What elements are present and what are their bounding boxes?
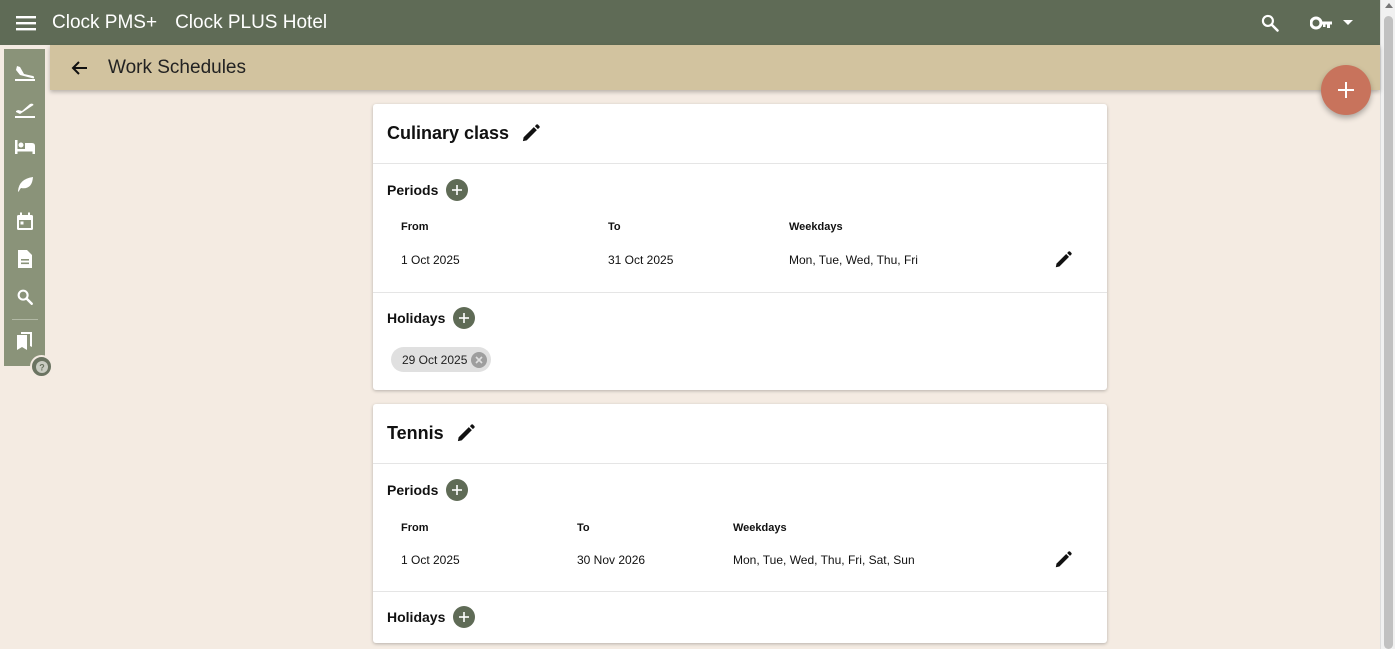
sidebar-item-search[interactable] xyxy=(4,278,45,316)
plus-icon xyxy=(459,612,470,622)
arrival-icon xyxy=(14,65,35,81)
add-holiday-button[interactable] xyxy=(453,606,476,628)
caret-down-icon xyxy=(1343,19,1353,25)
leaf-icon xyxy=(17,177,33,193)
page-scrollbar[interactable] xyxy=(1380,0,1395,649)
help-icon: ? xyxy=(35,360,48,373)
holiday-chip[interactable]: 29 Oct 2025 xyxy=(391,347,492,372)
sidebar-item-arrivals[interactable] xyxy=(4,53,45,91)
holidays-label: Holidays xyxy=(387,609,446,625)
top-app-bar: Clock PMS+ Clock PLUS Hotel xyxy=(0,0,1380,45)
calendar-icon xyxy=(16,212,33,231)
plus-icon xyxy=(452,185,463,195)
schedule-name: Tennis xyxy=(387,423,444,443)
scrollbar-thumb[interactable] xyxy=(1384,16,1393,649)
pencil-icon xyxy=(1055,251,1072,268)
sidebar-item-rooms[interactable] xyxy=(4,128,45,166)
period-to: 30 Nov 2026 xyxy=(577,553,646,567)
schedule-card-tennis: Tennis Periods From To Weekdays 1 Oct 20… xyxy=(373,404,1107,643)
table-row: 1 Oct 2025 31 Oct 2025 Mon, Tue, Wed, Th… xyxy=(387,246,1107,276)
search-button[interactable] xyxy=(1250,0,1290,45)
pencil-icon xyxy=(522,124,540,142)
hotel-name[interactable]: Clock PLUS Hotel xyxy=(175,12,327,34)
schedule-card-culinary-class: Culinary class Periods From To Weekdays … xyxy=(373,104,1107,390)
pencil-icon xyxy=(457,424,475,442)
sidebar-item-eco[interactable] xyxy=(4,166,45,204)
holidays-section: Holidays 29 Oct 2025 xyxy=(373,293,1107,389)
add-period-button[interactable] xyxy=(446,179,469,201)
menu-icon xyxy=(16,15,36,30)
document-icon xyxy=(17,250,32,269)
page-title: Work Schedules xyxy=(108,56,246,78)
period-from: 1 Oct 2025 xyxy=(401,253,460,267)
edit-period-button[interactable] xyxy=(1051,548,1075,572)
close-icon xyxy=(475,355,483,364)
sidebar-divider xyxy=(11,318,38,320)
edit-period-button[interactable] xyxy=(1051,248,1075,272)
plus-icon xyxy=(452,485,463,495)
arrow-back-icon xyxy=(71,60,87,75)
sidebar-item-calendar[interactable] xyxy=(4,203,45,241)
page-header: Work Schedules xyxy=(50,45,1380,90)
period-weekdays: Mon, Tue, Wed, Thu, Fri xyxy=(789,253,918,267)
add-schedule-fab[interactable] xyxy=(1321,65,1371,115)
bed-icon xyxy=(14,139,35,154)
bookmarks-icon xyxy=(16,332,32,351)
schedule-name: Culinary class xyxy=(387,123,510,143)
column-from: From xyxy=(401,522,429,534)
periods-label: Periods xyxy=(387,482,439,498)
period-weekdays: Mon, Tue, Wed, Thu, Fri, Sat, Sun xyxy=(733,553,915,567)
pencil-icon xyxy=(1055,551,1072,568)
plus-icon xyxy=(1338,82,1354,98)
add-holiday-button[interactable] xyxy=(453,307,476,329)
column-weekdays: Weekdays xyxy=(789,221,843,233)
edit-schedule-button[interactable] xyxy=(521,124,540,143)
sidebar xyxy=(4,49,45,366)
schedule-header: Culinary class xyxy=(373,104,1107,164)
search-icon xyxy=(1261,14,1279,32)
menu-button[interactable] xyxy=(0,0,52,45)
column-to: To xyxy=(608,221,621,233)
sidebar-item-departures[interactable] xyxy=(4,91,45,129)
periods-table-header: From To Weekdays xyxy=(387,221,1107,241)
schedule-header: Tennis xyxy=(373,404,1107,464)
table-row: 1 Oct 2025 30 Nov 2026 Mon, Tue, Wed, Th… xyxy=(387,547,1107,577)
period-to: 31 Oct 2025 xyxy=(608,253,674,267)
holidays-section: Holidays xyxy=(373,592,1107,642)
holidays-label: Holidays xyxy=(387,310,446,326)
column-weekdays: Weekdays xyxy=(733,522,787,534)
period-from: 1 Oct 2025 xyxy=(401,553,460,567)
departure-icon xyxy=(14,103,35,119)
holiday-date: 29 Oct 2025 xyxy=(402,352,468,367)
back-button[interactable] xyxy=(50,45,108,90)
help-button[interactable]: ? xyxy=(30,355,53,378)
periods-section: Periods From To Weekdays 1 Oct 2025 31 O… xyxy=(373,164,1107,293)
remove-holiday-button[interactable] xyxy=(471,351,488,368)
column-to: To xyxy=(577,522,590,534)
add-period-button[interactable] xyxy=(446,479,469,501)
periods-table-header: From To Weekdays xyxy=(387,522,1107,542)
search-icon xyxy=(17,289,33,305)
plus-icon xyxy=(459,313,470,323)
app-name[interactable]: Clock PMS+ xyxy=(52,12,157,34)
periods-section: Periods From To Weekdays 1 Oct 2025 30 N… xyxy=(373,464,1107,592)
svg-text:?: ? xyxy=(39,362,45,372)
account-menu-button[interactable] xyxy=(1302,0,1362,45)
column-from: From xyxy=(401,221,429,233)
scroll-up-arrow-icon[interactable] xyxy=(1385,3,1393,8)
edit-schedule-button[interactable] xyxy=(456,424,475,443)
periods-label: Periods xyxy=(387,182,439,198)
key-icon xyxy=(1310,16,1332,29)
sidebar-item-documents[interactable] xyxy=(4,241,45,279)
